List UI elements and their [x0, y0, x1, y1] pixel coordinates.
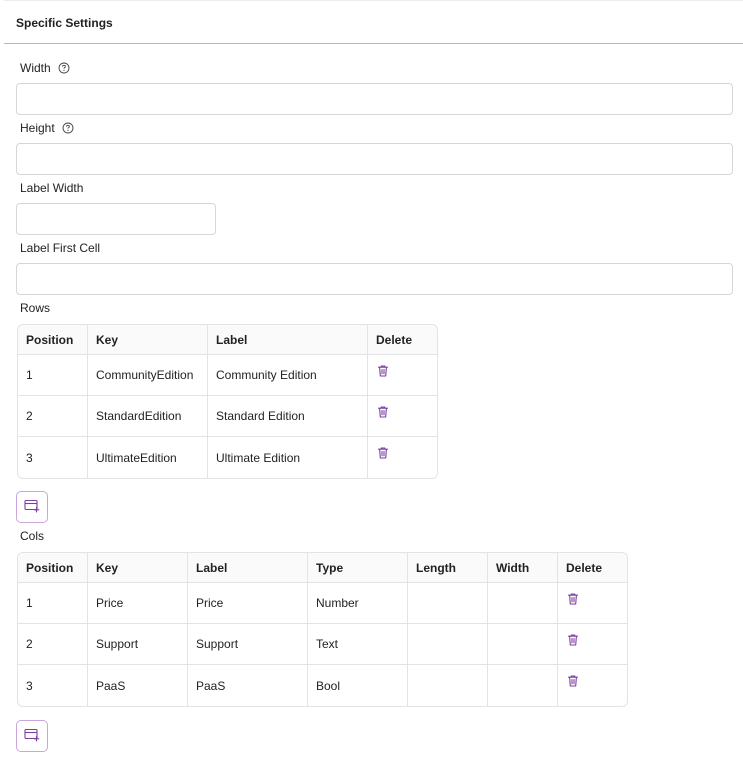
table-header-row: Position Key Label Delete	[18, 325, 437, 355]
col-header-position: Position	[18, 325, 88, 355]
col-type: Bool	[308, 665, 408, 706]
col-type: Text	[308, 624, 408, 665]
cols-table: Position Key Label Type Length Width Del…	[17, 552, 628, 707]
col-header-delete: Delete	[368, 325, 437, 355]
row-delete-cell	[368, 355, 437, 396]
rows-table: Position Key Label Delete 1 CommunityEdi…	[17, 324, 438, 479]
table-row: 3 PaaS PaaS Bool	[18, 665, 627, 706]
col-header-length: Length	[408, 553, 488, 583]
col-width	[488, 665, 558, 706]
col-header-type: Type	[308, 553, 408, 583]
col-header-key: Key	[88, 325, 208, 355]
row-key: CommunityEdition	[88, 355, 208, 396]
row-key: StandardEdition	[88, 396, 208, 437]
trash-icon[interactable]	[566, 633, 580, 647]
col-position: 3	[18, 665, 88, 706]
trash-icon[interactable]	[566, 592, 580, 606]
trash-icon[interactable]	[566, 674, 580, 688]
label-width-label: Label Width	[20, 181, 84, 195]
add-row-icon	[24, 728, 40, 745]
row-position: 3	[18, 437, 88, 478]
table-row: 3 UltimateEdition Ultimate Edition	[18, 437, 437, 478]
cols-label: Cols	[20, 529, 45, 543]
height-label: Height	[20, 121, 55, 135]
trash-icon[interactable]	[376, 364, 390, 378]
col-label: PaaS	[188, 665, 308, 706]
row-position: 2	[18, 396, 88, 437]
label-first-cell-input[interactable]	[16, 263, 733, 295]
label-width-input[interactable]	[16, 203, 216, 235]
col-type: Number	[308, 583, 408, 624]
width-label-row: Width	[20, 61, 70, 75]
table-row: 1 CommunityEdition Community Edition	[18, 355, 437, 396]
col-width	[488, 624, 558, 665]
col-key: Support	[88, 624, 188, 665]
table-row: 2 StandardEdition Standard Edition	[18, 396, 437, 437]
col-delete-cell	[558, 583, 627, 624]
row-key: UltimateEdition	[88, 437, 208, 478]
trash-icon[interactable]	[376, 446, 390, 460]
add-row-button[interactable]	[16, 491, 48, 523]
col-header-delete: Delete	[558, 553, 627, 583]
trash-icon[interactable]	[376, 405, 390, 419]
add-col-button[interactable]	[16, 720, 48, 752]
table-row: 2 Support Support Text	[18, 624, 627, 665]
label-first-cell-label: Label First Cell	[20, 241, 101, 255]
col-delete-cell	[558, 665, 627, 706]
col-position: 1	[18, 583, 88, 624]
col-header-label: Label	[188, 553, 308, 583]
col-label: Price	[188, 583, 308, 624]
col-position: 2	[18, 624, 88, 665]
row-delete-cell	[368, 396, 437, 437]
help-circle-icon[interactable]	[62, 122, 74, 134]
col-delete-cell	[558, 624, 627, 665]
row-position: 1	[18, 355, 88, 396]
row-label: Standard Edition	[208, 396, 368, 437]
row-label: Ultimate Edition	[208, 437, 368, 478]
col-key: PaaS	[88, 665, 188, 706]
table-row: 1 Price Price Number	[18, 583, 627, 624]
col-header-position: Position	[18, 553, 88, 583]
col-length	[408, 665, 488, 706]
row-delete-cell	[368, 437, 437, 478]
col-label: Support	[188, 624, 308, 665]
add-row-icon	[24, 499, 40, 516]
col-length	[408, 624, 488, 665]
row-label: Community Edition	[208, 355, 368, 396]
col-header-key: Key	[88, 553, 188, 583]
col-width	[488, 583, 558, 624]
top-divider	[4, 0, 743, 1]
width-label: Width	[20, 61, 51, 75]
section-title: Specific Settings	[16, 16, 113, 30]
col-key: Price	[88, 583, 188, 624]
col-length	[408, 583, 488, 624]
section-divider	[4, 43, 743, 44]
col-header-width: Width	[488, 553, 558, 583]
table-header-row: Position Key Label Type Length Width Del…	[18, 553, 627, 583]
height-input[interactable]	[16, 143, 733, 175]
height-label-row: Height	[20, 121, 74, 135]
rows-label: Rows	[20, 301, 51, 315]
width-input[interactable]	[16, 83, 733, 115]
help-circle-icon[interactable]	[58, 62, 70, 74]
col-header-label: Label	[208, 325, 368, 355]
